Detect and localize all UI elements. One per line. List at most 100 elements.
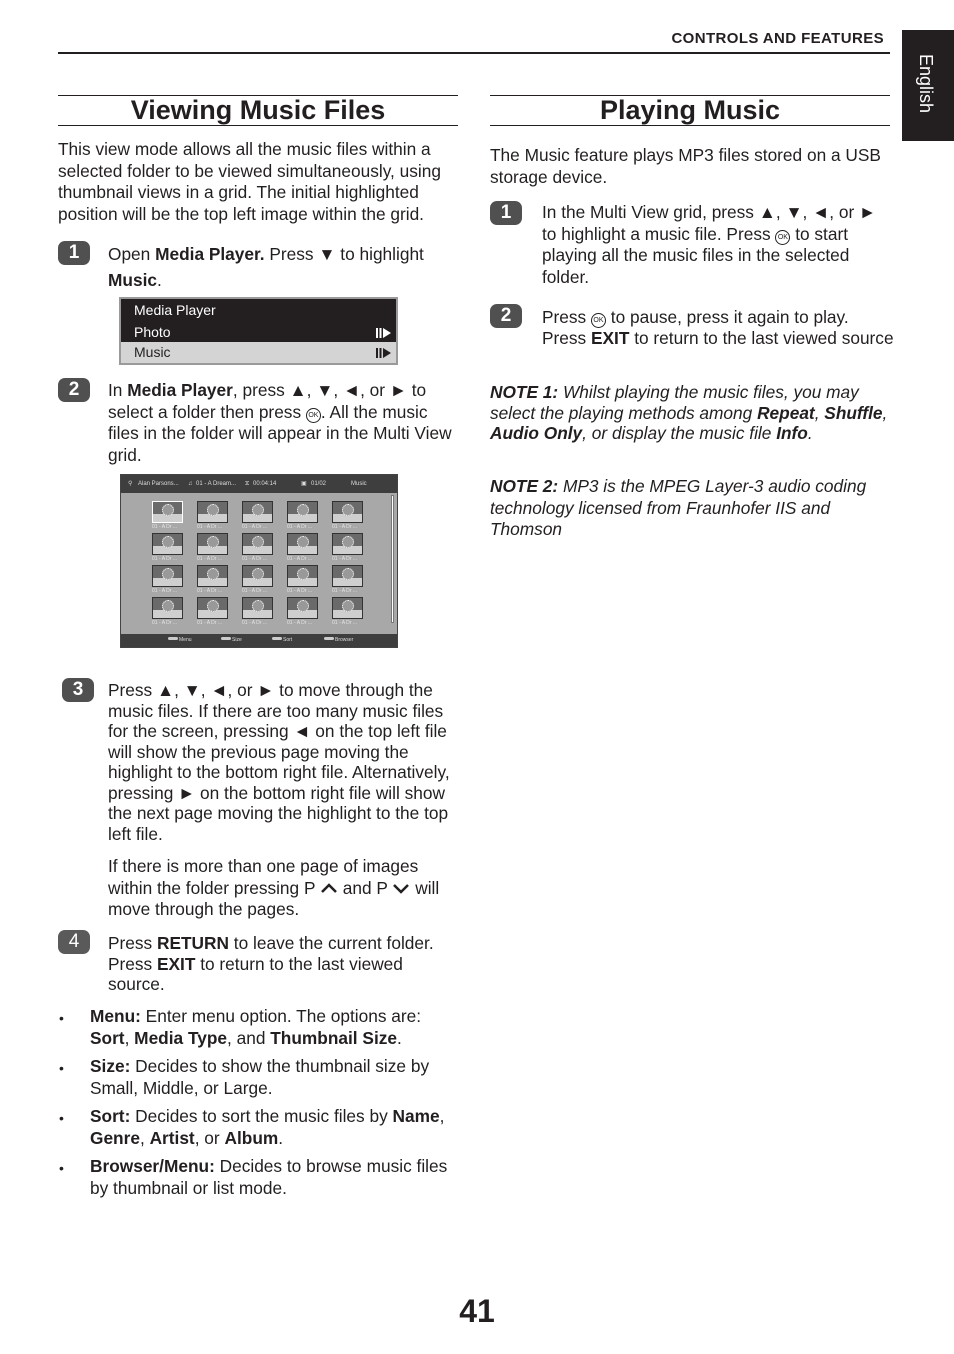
bullet-dot: •: [59, 1160, 64, 1176]
music-thumbnail[interactable]: 01 - A Dr ...: [242, 565, 273, 597]
thumbnail-caption: 01 - A Dr ...: [287, 556, 313, 562]
bullet-dot: •: [59, 1010, 64, 1026]
artist-icon: ⚲: [128, 481, 133, 487]
music-thumbnail[interactable]: 01 - A Dr ...: [152, 565, 183, 597]
left-step-2: In Media Player, press ▲, ▼, ◄, or ► to …: [108, 380, 452, 465]
thumbnail-caption: 01 - A Dr ...: [197, 524, 223, 530]
thumbnail-caption: 01 - A Dr ...: [152, 524, 178, 530]
music-disc-icon: [152, 533, 183, 555]
step-badge-1: 1: [58, 241, 90, 265]
thumbnail-caption: 01 - A Dr ...: [332, 588, 358, 594]
note-2: NOTE 2: MP3 is the MPEG Layer-3 audio co…: [490, 476, 867, 539]
media-player-menu: Media Player Photo Music: [119, 297, 398, 365]
step-badge-4: 4: [58, 930, 90, 954]
music-disc-icon: [332, 565, 363, 587]
music-disc-icon: [332, 597, 363, 619]
music-disc-icon: [152, 501, 183, 523]
play-arrow-icon: [376, 348, 391, 358]
bullet-dot: •: [59, 1110, 64, 1126]
ok-button-icon: OK: [590, 313, 606, 328]
music-thumbnail[interactable]: 01 - A Dr ...: [332, 533, 363, 565]
bullet-browser-menu: Browser/Menu: Decides to browse music fi…: [90, 1156, 448, 1198]
viewing-music-files-title: Viewing Music Files: [58, 95, 458, 126]
music-disc-icon: [287, 597, 318, 619]
menu-item-music[interactable]: Music: [121, 342, 396, 363]
track-duration: 00:04:14: [253, 481, 277, 487]
music-thumbnail[interactable]: 01 - A Dr ...: [287, 565, 318, 597]
media-type-label: Music: [351, 481, 367, 487]
note-1: NOTE 1: Whilst playing the music files, …: [490, 382, 888, 443]
music-disc-icon: [242, 501, 273, 523]
thumbnail-caption: 01 - A Dr ...: [152, 588, 178, 594]
multi-view-screen: ⚲ Alan Parsons... ♫ 01 - A Dream... ⧖ 00…: [120, 474, 398, 648]
music-disc-icon: [152, 597, 183, 619]
thumbnail-caption: 01 - A Dr ...: [242, 620, 268, 626]
multi-view-status-bar: ⚲ Alan Parsons... ♫ 01 - A Dream... ⧖ 00…: [121, 475, 397, 493]
music-thumbnail[interactable]: 01 - A Dr ...: [287, 533, 318, 565]
thumbnail-caption: 01 - A Dr ...: [197, 556, 223, 562]
right-step-1: In the Multi View grid, press ▲, ▼, ◄, o…: [542, 202, 877, 287]
header-rule: [58, 52, 890, 54]
artist-name: Alan Parsons...: [138, 481, 179, 487]
page-number: 41: [459, 1293, 495, 1329]
music-thumbnail[interactable]: 01 - A Dr ...: [197, 501, 228, 533]
multi-view-footer: Menu Size Sort Browser: [121, 634, 397, 647]
thumbnail-caption: 01 - A Dr ...: [242, 524, 268, 530]
thumbnail-caption: 01 - A Dr ...: [197, 620, 223, 626]
chevron-down-icon: [393, 883, 410, 894]
thumbnail-caption: 01 - A Dr ...: [242, 588, 268, 594]
thumbnail-caption: 01 - A Dr ...: [287, 524, 313, 530]
music-disc-icon: [197, 565, 228, 587]
left-step-3: Press ▲, ▼, ◄, or ► to move through the …: [108, 680, 450, 844]
music-thumbnail[interactable]: 01 - A Dr ...: [197, 533, 228, 565]
music-thumbnail[interactable]: 01 - A Dr ...: [242, 501, 273, 533]
music-thumbnail[interactable]: 01 - A Dr ...: [332, 597, 363, 629]
music-note-icon: ♫: [188, 481, 193, 487]
chevron-up-icon: [321, 882, 337, 893]
music-disc-icon: [197, 501, 228, 523]
bullet-size: Size: Decides to show the thumbnail size…: [90, 1056, 430, 1098]
track-name: 01 - A Dream...: [196, 481, 237, 487]
scrollbar[interactable]: [391, 495, 394, 623]
thumbnail-caption: 01 - A Dr ...: [197, 588, 223, 594]
footer-key-sort[interactable]: Sort: [272, 634, 292, 647]
section-header: CONTROLS AND FEATURES: [671, 30, 884, 47]
footer-key-size[interactable]: Size: [221, 634, 242, 647]
thumbnail-caption: 01 - A Dr ...: [152, 556, 178, 562]
bullet-dot: •: [59, 1060, 64, 1076]
music-disc-icon: [242, 533, 273, 555]
thumbnail-caption: 01 - A Dr ...: [242, 556, 268, 562]
music-thumbnail[interactable]: 01 - A Dr ...: [242, 533, 273, 565]
right-step-2: Press OK to pause, press it again to pla…: [542, 307, 894, 348]
music-thumbnail[interactable]: 01 - A Dr ...: [197, 565, 228, 597]
page-icon: ▣: [301, 481, 307, 487]
language-tab-label: English: [916, 54, 936, 114]
thumbnail-caption: 01 - A Dr ...: [332, 620, 358, 626]
left-intro: This view mode allows all the music file…: [58, 139, 441, 224]
music-thumbnail[interactable]: 01 - A Dr ...: [152, 597, 183, 629]
footer-key-browser[interactable]: Browser: [324, 634, 353, 647]
music-thumbnail[interactable]: 01 - A Dr ...: [152, 501, 183, 533]
music-thumbnail[interactable]: 01 - A Dr ...: [332, 565, 363, 597]
step-badge-2: 2: [58, 378, 90, 402]
bullet-sort: Sort: Decides to sort the music files by…: [90, 1106, 445, 1148]
menu-item-photo[interactable]: Photo: [121, 322, 396, 343]
music-disc-icon: [287, 501, 318, 523]
music-thumbnail[interactable]: 01 - A Dr ...: [287, 597, 318, 629]
music-thumbnail[interactable]: 01 - A Dr ...: [197, 597, 228, 629]
music-thumbnail[interactable]: 01 - A Dr ...: [152, 533, 183, 565]
footer-key-menu[interactable]: Menu: [168, 634, 192, 647]
left-step-3-pages: If there is more than one page of images…: [108, 856, 440, 919]
music-thumbnail[interactable]: 01 - A Dr ...: [287, 501, 318, 533]
ok-button-icon: OK: [305, 407, 321, 423]
media-player-menu-title: Media Player: [134, 302, 216, 318]
music-disc-icon: [197, 533, 228, 555]
thumbnail-caption: 01 - A Dr ...: [287, 588, 313, 594]
music-disc-icon: [152, 565, 183, 587]
step-badge-3: 3: [62, 678, 94, 702]
music-disc-icon: [332, 501, 363, 523]
music-thumbnail[interactable]: 01 - A Dr ...: [332, 501, 363, 533]
hourglass-icon: ⧖: [245, 481, 250, 487]
thumbnail-caption: 01 - A Dr ...: [332, 556, 358, 562]
music-thumbnail[interactable]: 01 - A Dr ...: [242, 597, 273, 629]
